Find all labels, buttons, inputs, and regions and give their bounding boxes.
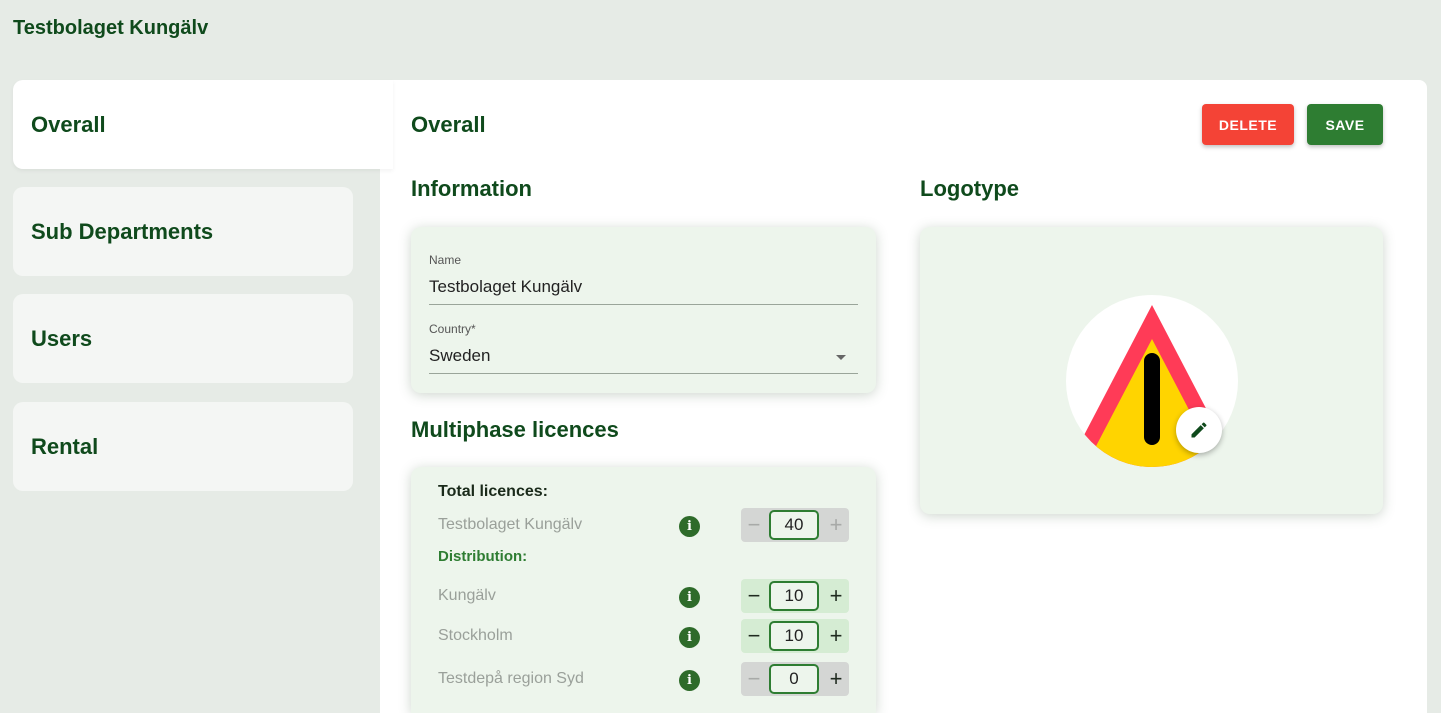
licence-name: Kungälv [438, 587, 496, 604]
licence-row-stockholm: Stockholm i − 10 + [411, 619, 876, 655]
country-select[interactable]: Sweden [429, 346, 490, 366]
logotype-title: Logotype [920, 176, 1019, 201]
licence-row-testdepa: Testdepå region Syd i − 0 + [411, 662, 876, 698]
distribution-label: Distribution: [438, 548, 528, 565]
sidebar-item-label: Rental [31, 433, 99, 459]
licence-stepper: − 40 + [741, 508, 849, 542]
plus-icon[interactable]: + [823, 508, 849, 542]
minus-icon[interactable]: − [741, 508, 767, 542]
info-icon[interactable]: i [679, 670, 700, 691]
licence-value[interactable]: 10 [769, 581, 819, 611]
minus-icon[interactable]: − [741, 619, 767, 653]
licences-title: Multiphase licences [411, 417, 619, 442]
licence-value[interactable]: 10 [769, 621, 819, 651]
chevron-down-icon[interactable] [836, 355, 846, 360]
top-bar: Testbolaget Kungälv [0, 0, 1441, 80]
info-icon[interactable]: i [679, 587, 700, 608]
licence-value[interactable]: 40 [769, 510, 819, 540]
sidebar-item-overall[interactable]: Overall [13, 80, 393, 169]
licence-name: Stockholm [438, 627, 513, 644]
licences-card: Total licences: Testbolaget Kungälv i − … [411, 467, 876, 713]
sidebar-item-label: Sub Departments [31, 218, 214, 244]
pencil-icon [1191, 422, 1207, 438]
plus-icon[interactable]: + [823, 579, 849, 613]
licence-stepper: − 10 + [741, 579, 849, 613]
licence-name: Testdepå region Syd [438, 670, 584, 687]
total-licences-label: Total licences: [438, 483, 548, 500]
licence-row-total: Testbolaget Kungälv i − 40 + [411, 508, 876, 544]
logotype-card [920, 227, 1383, 514]
save-button[interactable]: SAVE [1307, 104, 1383, 145]
country-field-label: Country* [429, 322, 476, 336]
name-field[interactable]: Testbolaget Kungälv [429, 277, 582, 297]
info-icon[interactable]: i [679, 516, 700, 537]
licence-name: Testbolaget Kungälv [438, 516, 583, 533]
name-field-underline [429, 304, 858, 305]
minus-icon[interactable]: − [741, 662, 767, 696]
organization-title: Testbolaget Kungälv [13, 17, 209, 39]
licence-value[interactable]: 0 [769, 664, 819, 694]
sidebar-item-rental[interactable]: Rental [13, 402, 353, 491]
plus-icon[interactable]: + [823, 662, 849, 696]
licence-stepper: − 0 + [741, 662, 849, 696]
sidebar-item-label: Overall [31, 111, 106, 137]
sidebar-item-users[interactable]: Users [13, 294, 353, 383]
name-field-label: Name [429, 253, 462, 267]
sidebar-item-sub-departments[interactable]: Sub Departments [13, 187, 353, 276]
sidebar-item-label: Users [31, 325, 93, 351]
licence-stepper: − 10 + [741, 619, 849, 653]
page-title: Overall [411, 112, 486, 137]
licence-row-kungalv: Kungälv i − 10 + [411, 579, 876, 615]
edit-logo-button[interactable] [1176, 407, 1222, 453]
delete-button[interactable]: DELETE [1202, 104, 1294, 145]
information-card: Name Testbolaget Kungälv Country* Sweden [411, 227, 876, 393]
plus-icon[interactable]: + [823, 619, 849, 653]
info-icon[interactable]: i [679, 627, 700, 648]
information-title: Information [411, 176, 532, 201]
country-field-underline [429, 373, 858, 374]
minus-icon[interactable]: − [741, 579, 767, 613]
